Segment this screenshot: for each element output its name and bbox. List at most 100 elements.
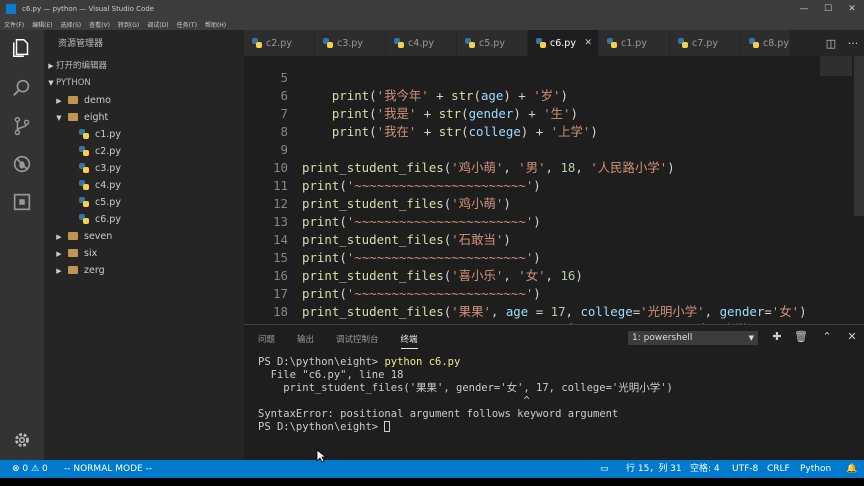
code-text: print('我在' + str(college) + '上学') (331, 124, 598, 139)
tree-file-c6[interactable]: c6.py (79, 211, 121, 228)
tree-file-c4[interactable]: c4.py (79, 177, 121, 194)
problems-status[interactable]: ⊗ 0 ⚠ 0 (12, 460, 48, 478)
tree-folder-demo[interactable]: ▶ demo (54, 92, 111, 109)
maximize-button[interactable]: ☐ (816, 0, 840, 18)
encoding[interactable]: UTF-8 (732, 460, 758, 478)
tree-folder-eight[interactable]: ▼ eight (54, 109, 108, 126)
python-file-icon (607, 38, 617, 48)
new-terminal-icon[interactable]: ✚ (770, 330, 784, 344)
menu-help[interactable]: 帮助(H) (205, 20, 226, 29)
title-bar: c6.py — python — Visual Studio Code — ☐ … (0, 0, 864, 18)
tab-c5[interactable]: c5.py (457, 30, 528, 56)
chevron-right-icon: ▶ (56, 267, 62, 275)
tab-c7[interactable]: c7.py (670, 30, 741, 56)
python-file-icon (678, 38, 688, 48)
python-file-icon (79, 146, 89, 156)
folder-icon (68, 266, 78, 274)
python-file-icon (749, 38, 759, 48)
cursor-position[interactable]: 行 15，列 31 (626, 460, 682, 478)
extensions-icon[interactable] (10, 190, 34, 214)
editor-scrollbar[interactable] (854, 56, 864, 216)
tab-c4[interactable]: c4.py (386, 30, 457, 56)
more-actions-icon[interactable]: ··· (848, 37, 859, 50)
terminal-select[interactable]: 1: powershell ▼ (628, 331, 758, 345)
warning-icon: ⚠ (31, 464, 40, 474)
terminal-line: File "c6.py", line 18 (258, 369, 404, 381)
folder-icon (68, 232, 78, 240)
error-icon: ⊗ (12, 464, 20, 474)
menu-tasks[interactable]: 任务(T) (177, 20, 197, 29)
menu-view[interactable]: 查看(V) (89, 20, 110, 29)
python-file-icon (252, 38, 262, 48)
terminal-panel: 问题 输出 调试控制台 终端 1: powershell ▼ ✚ 🗑 ⌃ ✕ P… (244, 324, 864, 460)
code-line: 11 print_student_files('鸡小萌') (273, 178, 511, 211)
menu-edit[interactable]: 编辑(E) (32, 20, 52, 29)
code-text: print_student_files('果果', age = 17, coll… (302, 304, 807, 319)
tab-c6[interactable]: c6.py ✕ (528, 30, 599, 56)
tree-folder-six[interactable]: ▶ six (54, 245, 97, 262)
code-line: 5 print('我今年' + str(age) + '岁') (280, 70, 568, 103)
window-title: c6.py — python — Visual Studio Code (22, 5, 155, 13)
split-editor-icon[interactable]: ◫ (826, 37, 836, 50)
python-file-icon (79, 129, 89, 139)
menu-file[interactable]: 文件(F) (4, 20, 24, 29)
code-text: print('我是' + str(gender) + '生') (331, 106, 578, 121)
tab-c8[interactable]: c8.py (741, 30, 791, 56)
editor-tab-bar: c2.py c3.py c4.py c5.py c6.py ✕ c1.py c7.… (244, 30, 864, 56)
minimize-button[interactable]: — (792, 0, 816, 18)
chevron-up-icon[interactable]: ⌃ (820, 330, 834, 344)
indentation[interactable]: 空格: 4 (690, 460, 720, 478)
chevron-down-icon: ▼ (48, 79, 54, 87)
tree-file-c2[interactable]: c2.py (79, 143, 121, 160)
terminal-toggle-icon[interactable]: ▭ (600, 460, 609, 478)
code-line: 9 print_student_files('鸡小萌', '男', 18, '人… (280, 142, 675, 175)
language-mode[interactable]: Python (800, 460, 831, 478)
menu-bar: 文件(F) 编辑(E) 选择(S) 查看(V) 转到(G) 调试(D) 任务(T… (0, 18, 864, 30)
chevron-down-icon: ▼ (56, 114, 62, 122)
tab-terminal[interactable]: 终端 (400, 333, 418, 349)
open-editors-section[interactable]: ▶ 打开的编辑器 (46, 58, 107, 75)
tab-c3[interactable]: c3.py (315, 30, 386, 56)
chevron-right-icon: ▶ (56, 233, 62, 241)
terminal-prompt-line[interactable]: PS D:\python\eight> (258, 420, 391, 434)
activity-bar (0, 30, 44, 460)
tab-output[interactable]: 输出 (297, 333, 314, 349)
menu-goto[interactable]: 转到(G) (118, 20, 139, 29)
code-line: 10 print('~~~~~~~~~~~~~~~~~~~~~~~') (273, 160, 541, 193)
bell-icon[interactable]: 🔔 (846, 460, 857, 478)
source-control-icon[interactable] (10, 114, 34, 138)
end-of-line[interactable]: CRLF (767, 460, 790, 478)
tab-debug-console[interactable]: 调试控制台 (336, 333, 379, 349)
close-tab-icon[interactable]: ✕ (584, 38, 592, 48)
tree-file-c1[interactable]: c1.py (79, 126, 121, 143)
settings-gear-icon[interactable] (10, 428, 34, 452)
close-window-button[interactable]: ✕ (840, 0, 864, 18)
tree-folder-zerg[interactable]: ▶ zerg (54, 262, 104, 279)
search-icon[interactable] (10, 76, 34, 100)
project-root-python[interactable]: ▼ PYTHON (46, 75, 90, 92)
trash-icon[interactable]: 🗑 (794, 330, 808, 344)
tab-c1[interactable]: c1.py (599, 30, 670, 56)
debug-icon[interactable] (10, 152, 34, 176)
python-file-icon (323, 38, 333, 48)
code-editor[interactable]: 5 print('我今年' + str(age) + '岁') 6 print(… (244, 56, 864, 324)
code-line: 14 print('~~~~~~~~~~~~~~~~~~~~~~~') (273, 232, 541, 265)
minimap[interactable] (820, 56, 852, 76)
tree-folder-seven[interactable]: ▶ seven (54, 228, 112, 245)
tree-file-c3[interactable]: c3.py (79, 160, 121, 177)
code-text: print('~~~~~~~~~~~~~~~~~~~~~~~') (302, 250, 541, 265)
tab-problems[interactable]: 问题 (258, 333, 275, 349)
tab-c2[interactable]: c2.py (244, 30, 315, 56)
chevron-right-icon: ▶ (48, 62, 54, 70)
files-icon[interactable] (10, 36, 34, 60)
code-line: 13 print_student_files('石敢当') (273, 214, 511, 247)
tree-file-c5[interactable]: c5.py (79, 194, 121, 211)
menu-debug[interactable]: 调试(D) (147, 20, 168, 29)
python-file-icon (394, 38, 404, 48)
close-panel-icon[interactable]: ✕ (845, 330, 859, 344)
code-line: 17 print_student_files('果果', age = 17, c… (273, 286, 807, 319)
menu-selection[interactable]: 选择(S) (61, 20, 82, 29)
code-text: print('~~~~~~~~~~~~~~~~~~~~~~~') (302, 286, 541, 301)
code-text: print_student_files('喜小乐', '女', 16) (302, 268, 583, 283)
code-line: 6 print('我是' + str(gender) + '生') (280, 88, 578, 121)
